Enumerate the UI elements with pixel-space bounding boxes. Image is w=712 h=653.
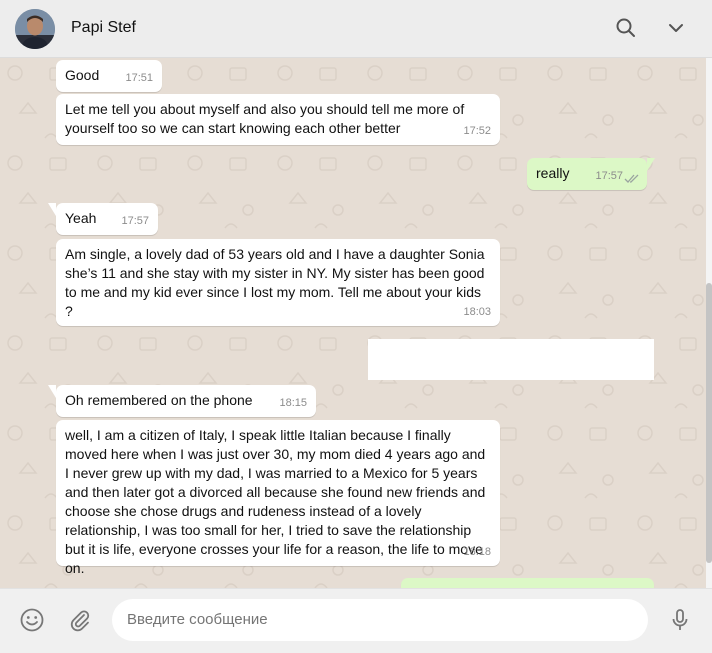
message-text: Yeah [65, 210, 97, 226]
chat-header: Papi Stef [0, 0, 712, 58]
message-text: Let me tell you about myself and also yo… [65, 101, 465, 136]
bubble-tail [647, 158, 655, 171]
message-incoming[interactable]: Am single, a lovely dad of 53 years old … [56, 239, 500, 326]
message-text: well, I am a citizen of Italy, I speak l… [65, 427, 486, 576]
redacted-message [368, 339, 654, 380]
message-time: 17:57 [595, 170, 623, 182]
scrollbar-thumb[interactable] [706, 283, 712, 563]
message-incoming[interactable]: Let me tell you about myself and also yo… [56, 94, 500, 145]
message-incoming[interactable]: Good 17:51 [56, 60, 162, 92]
message-time: 18:18 [463, 546, 491, 558]
emoji-icon[interactable] [19, 607, 45, 633]
message-time: 17:52 [463, 125, 491, 137]
attach-icon[interactable] [67, 607, 93, 633]
bubble-tail [48, 385, 56, 398]
message-time: 18:15 [279, 397, 307, 409]
message-input[interactable] [112, 599, 648, 641]
message-time: 17:57 [121, 215, 149, 227]
search-icon[interactable] [614, 16, 638, 40]
double-check-icon [624, 174, 639, 183]
message-incoming[interactable]: Oh remembered on the phone 18:15 [48, 385, 316, 417]
message-incoming[interactable]: well, I am a citizen of Italy, I speak l… [56, 420, 500, 576]
bubble-tail [48, 203, 56, 216]
avatar[interactable] [15, 9, 55, 49]
chevron-down-icon[interactable] [664, 16, 688, 40]
message-outgoing-partial[interactable] [401, 578, 654, 588]
microphone-icon[interactable] [667, 607, 693, 633]
message-incoming[interactable]: Yeah 17:57 [48, 203, 158, 235]
contact-name[interactable]: Papi Stef [71, 19, 136, 37]
message-outgoing[interactable]: really 17:57 [527, 158, 655, 190]
message-time: 18:03 [463, 306, 491, 318]
message-time: 17:51 [125, 72, 153, 84]
message-list[interactable]: Good 17:51 Let me tell you about myself … [0, 58, 706, 588]
message-text: Oh remembered on the phone [65, 392, 253, 408]
message-text: Good [65, 67, 100, 83]
message-text: Am single, a lovely dad of 53 years old … [65, 246, 485, 319]
message-text: really [536, 165, 570, 181]
